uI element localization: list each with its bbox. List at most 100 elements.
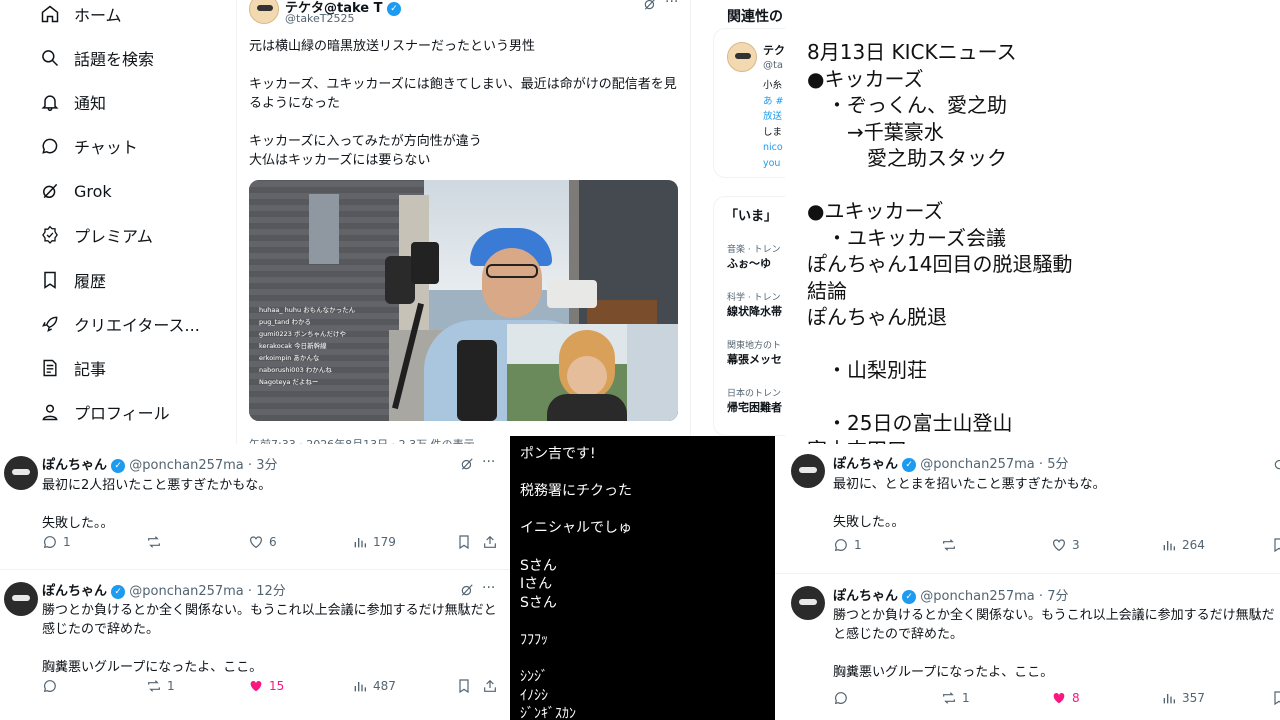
grok-icon[interactable] xyxy=(643,0,657,10)
like-button[interactable]: 3 xyxy=(1051,537,1080,553)
heart-filled-icon xyxy=(248,678,264,694)
related-handle: @ta xyxy=(763,60,784,71)
retweet-icon xyxy=(146,534,162,550)
avatar[interactable] xyxy=(727,42,757,72)
sidebar-item-home[interactable]: ホーム xyxy=(40,2,122,26)
reply-button[interactable] xyxy=(42,678,63,694)
views-icon xyxy=(352,678,368,694)
avatar[interactable] xyxy=(249,0,279,24)
sidebar-item-label: Grok xyxy=(74,181,112,201)
bookmark-icon xyxy=(40,270,60,290)
like-button[interactable]: 6 xyxy=(248,534,277,550)
sidebar-item-label: クリエイタース... xyxy=(74,316,200,335)
chat-line: pug_tand わかる xyxy=(259,318,311,326)
bio-line: 小糸 xyxy=(763,80,783,91)
grok-icon[interactable] xyxy=(1273,456,1280,475)
author-handle[interactable]: @ponchan257ma xyxy=(920,589,1034,604)
sidebar-item-label: ホーム xyxy=(74,6,122,25)
trend-item[interactable]: 関東地方のト 幕張メッセ xyxy=(727,338,782,367)
tweet[interactable]: ぽんちゃん ✓ @ponchan257ma · 12分 ··· 勝つとか負けると… xyxy=(0,570,510,720)
verified-icon: ✓ xyxy=(902,589,917,604)
reply-button[interactable]: 1 xyxy=(833,537,862,553)
trend-item[interactable]: 日本のトレン 帰宅困難者 xyxy=(727,386,782,415)
author-name[interactable]: ぽんちゃん xyxy=(42,584,107,599)
tweet[interactable]: ぽんちゃん ✓ @ponchan257ma · 7分 勝つとか負けるとか全く関係… xyxy=(775,574,1280,720)
bookmark-icon[interactable] xyxy=(456,534,472,550)
sidebar-item-label: チャット xyxy=(74,138,138,157)
avatar[interactable] xyxy=(791,586,825,620)
view-count: 487 xyxy=(373,679,396,693)
share-icon[interactable] xyxy=(482,534,498,550)
bookmark-icon[interactable] xyxy=(1271,690,1280,706)
reply-button[interactable] xyxy=(833,690,854,706)
author-handle[interactable]: @ponchan257ma xyxy=(129,458,243,473)
author-handle[interactable]: @takeT2525 xyxy=(285,12,355,25)
views-button[interactable]: 487 xyxy=(352,678,396,694)
views-icon xyxy=(352,534,368,550)
text-line xyxy=(520,464,632,483)
more-icon[interactable]: ··· xyxy=(665,0,678,10)
text-line: ｲﾉｼｼ xyxy=(520,687,548,704)
right-sidebar: 関連性の テク @ta 小糸 あ # 放送 しま nico you 「いま」 音… xyxy=(691,0,785,436)
sidebar-item-chat[interactable]: チャット xyxy=(40,134,138,158)
bio-line: 放送 xyxy=(763,111,783,122)
sidebar-item-label: プレミアム xyxy=(74,227,153,246)
bookmark-icon[interactable] xyxy=(1271,537,1280,553)
author-handle[interactable]: @ponchan257ma xyxy=(920,457,1034,472)
sidebar-item-profile[interactable]: プロフィール xyxy=(40,400,170,424)
main-tweet[interactable]: テケタ@take T ✓ @takeT2525 ··· 元は横山緑の暗黒放送リス… xyxy=(236,0,691,444)
related-user[interactable]: テク xyxy=(763,42,785,58)
sidebar-item-creator-studio[interactable]: クリエイタース... xyxy=(40,312,200,336)
text-line: Sさん xyxy=(520,594,557,611)
sidebar-item-articles[interactable]: 記事 xyxy=(40,356,106,380)
tweet[interactable]: ぽんちゃん ✓ @ponchan257ma · 5分 最初に、ととまを招いたこと… xyxy=(775,444,1280,574)
sidebar-item-grok[interactable]: Grok xyxy=(40,179,112,203)
bookmark-icon[interactable] xyxy=(456,678,472,694)
avatar[interactable] xyxy=(791,454,825,488)
retweet-button[interactable] xyxy=(146,534,167,550)
tweet-header: ぽんちゃん ✓ @ponchan257ma · 5分 xyxy=(833,457,1069,472)
views-button[interactable]: 264 xyxy=(1161,537,1205,553)
tweet-time[interactable]: 5分 xyxy=(1047,457,1068,472)
retweet-button[interactable] xyxy=(941,537,962,553)
tweet-video[interactable]: huhaa_ huhu おもんなかったん pug_tand わかる gumi02… xyxy=(249,180,678,421)
avatar[interactable] xyxy=(4,456,38,490)
tweet-time[interactable]: 7分 xyxy=(1047,589,1068,604)
trend-item[interactable]: 科学 · トレン 線状降水帯 xyxy=(727,290,782,319)
grok-icon[interactable] xyxy=(460,456,474,475)
text-line: ●キッカーズ xyxy=(807,66,924,91)
like-button[interactable]: 8 xyxy=(1051,690,1080,706)
article-icon xyxy=(40,358,60,378)
text-line: ・山梨別荘 xyxy=(807,358,927,382)
avatar[interactable] xyxy=(4,582,38,616)
tweet[interactable]: ぽんちゃん ✓ @ponchan257ma · 3分 ··· 最初に2人招いたこ… xyxy=(0,444,510,570)
like-button[interactable]: 15 xyxy=(248,678,284,694)
sidebar-item-explore[interactable]: 話題を検索 xyxy=(40,46,154,70)
author-handle[interactable]: @ponchan257ma xyxy=(129,584,243,599)
tweet-text: 勝つとか負けるとか全く関係ない。もうこれ以上会議に参加するだけ無駄だと感じたので… xyxy=(833,608,1275,680)
sidebar-item-bookmarks[interactable]: 履歴 xyxy=(40,268,106,292)
tweet-time[interactable]: 3分 xyxy=(256,458,277,473)
text-line: ｼﾝｼﾞ xyxy=(520,669,548,686)
tweet-time[interactable]: 12分 xyxy=(256,584,286,599)
author-name[interactable]: ぽんちゃん xyxy=(833,589,898,604)
views-button[interactable]: 179 xyxy=(352,534,396,550)
text-line: 税務署にチクった xyxy=(520,483,632,500)
author-name[interactable]: ぽんちゃん xyxy=(42,458,107,473)
more-icon[interactable]: ··· xyxy=(482,580,495,596)
trend-item[interactable]: 音楽 · トレン ふぉ〜ゆ xyxy=(727,242,781,271)
grok-icon[interactable] xyxy=(460,582,474,601)
trend-topic: 帰宅困難者 xyxy=(727,401,782,414)
views-button[interactable]: 357 xyxy=(1161,690,1205,706)
retweet-button[interactable]: 1 xyxy=(146,678,175,694)
text-line: 結論 xyxy=(807,278,847,303)
sidebar-item-notifications[interactable]: 通知 xyxy=(40,90,106,114)
text-line: 愛之助スタック xyxy=(807,146,1007,170)
author-name[interactable]: ぽんちゃん xyxy=(833,457,898,472)
sidebar-item-premium[interactable]: プレミアム xyxy=(40,223,153,247)
more-icon[interactable]: ··· xyxy=(482,454,495,470)
retweet-button[interactable]: 1 xyxy=(941,690,970,706)
share-icon[interactable] xyxy=(482,678,498,694)
text-line: ぽんちゃん14回目の脱退騒動 xyxy=(807,252,1073,276)
reply-button[interactable]: 1 xyxy=(42,534,71,550)
